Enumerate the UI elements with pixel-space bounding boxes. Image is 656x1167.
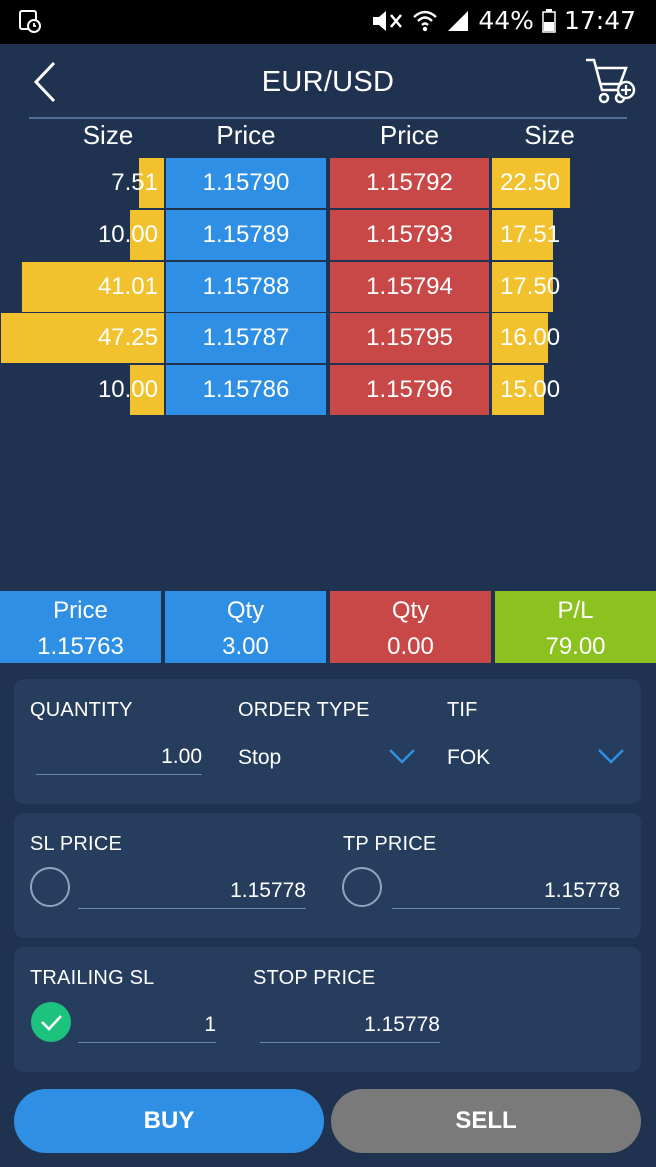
wifi-icon: [412, 9, 438, 33]
quantity-input[interactable]: 1.00: [36, 745, 202, 769]
bid-price[interactable]: 1.15790: [166, 158, 326, 208]
stop-price-input[interactable]: 1.15778: [260, 1013, 440, 1037]
summary-bid-qty-tile: Qty 3.00: [165, 591, 326, 663]
ask-price[interactable]: 1.15796: [330, 365, 489, 415]
trailing-sl-label: TRAILING SL: [30, 967, 155, 989]
chevron-down-icon[interactable]: [388, 747, 416, 770]
battery-percent: 44%: [478, 6, 534, 35]
sell-button[interactable]: SELL: [331, 1089, 641, 1153]
ask-size: 15.00: [500, 376, 561, 403]
order-book-row[interactable]: 10.00 1.15786 1.15796 15.00: [0, 365, 656, 415]
quantity-underline: [36, 774, 202, 775]
battery-icon: [542, 8, 556, 33]
order-book-row[interactable]: 47.25 1.15787 1.15795 16.00: [0, 313, 656, 363]
bid-price-header: Price: [216, 120, 276, 150]
summary-value: 3.00: [222, 633, 269, 660]
order-type-select[interactable]: Stop: [238, 746, 281, 770]
ask-size: 22.50: [500, 169, 561, 196]
bid-size: 10.00: [97, 221, 158, 248]
bid-price[interactable]: 1.15786: [166, 365, 326, 415]
ask-size-header: Size: [524, 120, 575, 150]
quantity-label: QUANTITY: [30, 699, 133, 721]
stop-price-underline: [260, 1042, 440, 1043]
bid-size: 47.25: [97, 324, 158, 351]
screenshot-icon: [18, 9, 42, 37]
tp-price-underline: [392, 908, 620, 909]
tif-label: TIF: [447, 699, 478, 721]
tif-select[interactable]: FOK: [447, 746, 490, 770]
ask-price[interactable]: 1.15794: [330, 262, 489, 312]
signal-icon: [446, 9, 470, 33]
summary-value: 0.00: [387, 633, 434, 660]
bid-size-header: Size: [82, 120, 134, 150]
summary-value: 79.00: [545, 633, 606, 660]
add-to-cart-button[interactable]: [582, 54, 638, 110]
checkmark-icon: [41, 1015, 62, 1031]
status-bar: 44% 17:47: [0, 0, 656, 44]
bid-size: 41.01: [97, 273, 158, 300]
ask-price[interactable]: 1.15792: [330, 158, 489, 208]
ask-size: 17.50: [500, 273, 561, 300]
sl-tp-panel: SL PRICE 1.15778 TP PRICE 1.15778: [14, 813, 641, 938]
bid-size: 10.00: [97, 376, 158, 403]
header-divider: [29, 117, 627, 119]
ask-size: 16.00: [500, 324, 561, 351]
ask-price[interactable]: 1.15793: [330, 210, 489, 260]
order-settings-panel: QUANTITY 1.00 ORDER TYPE Stop TIF FOK: [14, 679, 641, 804]
trailing-sl-checkbox[interactable]: [31, 1002, 71, 1042]
tp-price-input[interactable]: 1.15778: [392, 879, 620, 903]
summary-pl-tile: P/L 79.00: [495, 591, 656, 663]
ask-size: 17.51: [500, 221, 561, 248]
bid-price[interactable]: 1.15787: [166, 313, 326, 363]
order-book-row[interactable]: 7.51 1.15790 1.15792 22.50: [0, 158, 656, 208]
trailing-sl-underline: [78, 1042, 216, 1043]
sl-price-underline: [78, 908, 306, 909]
cart-add-icon: [586, 58, 636, 104]
summary-ask-qty-tile: Qty 0.00: [330, 591, 491, 663]
app-header: EUR/USD: [0, 44, 656, 122]
summary-label: Qty: [226, 597, 265, 624]
chevron-down-icon[interactable]: [597, 747, 625, 770]
order-book-row[interactable]: 41.01 1.15788 1.15794 17.50: [0, 262, 656, 312]
ask-price-header: Price: [379, 120, 440, 150]
trailing-panel: TRAILING SL 1 STOP PRICE 1.15778: [14, 947, 641, 1072]
mute-icon: [370, 8, 404, 34]
bid-size: 7.51: [111, 169, 158, 196]
sl-radio[interactable]: [30, 867, 70, 907]
summary-value: 1.15763: [37, 633, 124, 660]
ask-price[interactable]: 1.15795: [330, 313, 489, 363]
sl-price-input[interactable]: 1.15778: [78, 879, 306, 903]
tp-radio[interactable]: [342, 867, 382, 907]
summary-label: P/L: [557, 597, 594, 624]
summary-price-tile: Price 1.15763: [0, 591, 161, 663]
clock: 17:47: [563, 6, 636, 35]
summary-label: Price: [53, 597, 108, 624]
bid-price[interactable]: 1.15789: [166, 210, 326, 260]
buy-button[interactable]: BUY: [14, 1089, 324, 1153]
summary-label: Qty: [391, 597, 430, 624]
order-type-label: ORDER TYPE: [238, 699, 370, 721]
page-title: EUR/USD: [261, 66, 395, 98]
sl-price-label: SL PRICE: [30, 833, 123, 855]
order-book-row[interactable]: 10.00 1.15789 1.15793 17.51: [0, 210, 656, 260]
stop-price-label: STOP PRICE: [253, 967, 376, 989]
bid-price[interactable]: 1.15788: [166, 262, 326, 312]
trailing-sl-input[interactable]: 1: [78, 1013, 216, 1037]
tp-price-label: TP PRICE: [343, 833, 437, 855]
